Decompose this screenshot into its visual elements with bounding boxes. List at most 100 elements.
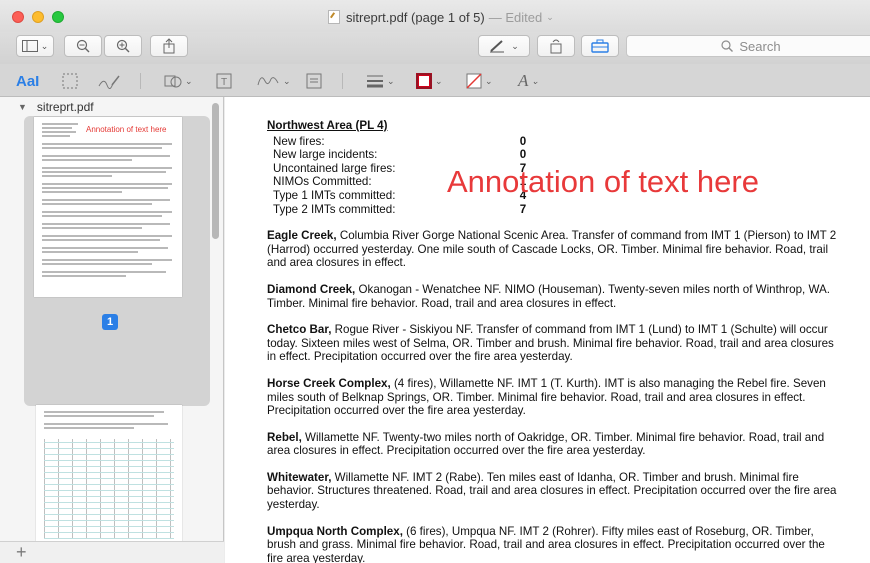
chevron-down-icon: ⌄ — [511, 40, 519, 51]
chevron-down-icon: ⌄ — [485, 75, 493, 86]
incident-name: Chetco Bar, — [267, 323, 332, 337]
border-color-tool[interactable]: ⌄ — [416, 71, 443, 91]
chevron-down-icon: ⌄ — [185, 75, 193, 86]
thumb-text-line — [42, 167, 172, 169]
incident-name: Whitewater, — [267, 470, 332, 484]
incident-name: Horse Creek Complex, — [267, 376, 391, 390]
share-button[interactable] — [150, 35, 188, 57]
incident-name: Diamond Creek, — [267, 282, 356, 296]
document-view[interactable]: Northwest Area (PL 4) New fires: 0 New la… — [225, 97, 870, 563]
thumb-text-line — [42, 171, 166, 173]
thumbnail-annotation: Annotation of text here — [86, 125, 167, 134]
add-page-icon[interactable]: + — [16, 542, 27, 563]
thumb-text-line — [42, 275, 126, 277]
thumb-text-line — [42, 227, 142, 229]
stat-value: 0 — [519, 134, 527, 148]
stat-label: Type 2 IMTs committed: — [273, 202, 396, 216]
thumb-text-line — [44, 415, 154, 417]
note-tool[interactable] — [306, 71, 322, 91]
markup-pen-button[interactable]: ⌄ — [478, 35, 530, 57]
incident-name: Eagle Creek, — [267, 229, 337, 243]
zoom-window-button[interactable] — [52, 11, 64, 23]
stat-label: New fires: — [273, 134, 325, 148]
shapes-icon — [164, 75, 182, 88]
divider — [140, 73, 141, 89]
thumb-text-line — [42, 183, 172, 185]
sketch-icon — [98, 75, 120, 89]
text-box-icon: T — [216, 73, 232, 89]
thumb-text-line — [42, 271, 166, 273]
thumb-text-line — [42, 131, 76, 133]
signature-icon — [257, 77, 279, 86]
rotate-icon — [550, 39, 562, 54]
thumb-text-line — [42, 259, 172, 261]
chevron-down-icon: ⌄ — [546, 11, 554, 22]
sidebar-view-button[interactable]: ⌄ — [16, 35, 54, 57]
border-color-icon — [416, 73, 432, 89]
thumb-text-line — [42, 155, 170, 157]
sidebar-filename: sitreprt.pdf — [36, 100, 94, 114]
page-thumbnail-2[interactable] — [36, 405, 182, 545]
thumb-text-line — [44, 423, 168, 425]
minimize-window-button[interactable] — [32, 11, 44, 23]
pdf-page: Northwest Area (PL 4) New fires: 0 New la… — [267, 119, 837, 563]
search-placeholder: Search — [739, 38, 781, 54]
markup-toolbar: AaI ⌄ T ⌄ ⌄ ⌄ ⌄ A ⌄ — [0, 64, 870, 97]
zoom-out-icon — [76, 39, 90, 53]
incident-text: Rogue River - Siskiyou NF. Transfer of c… — [267, 323, 834, 364]
zoom-in-button[interactable] — [104, 35, 142, 57]
text-selection-tool[interactable]: AaI — [16, 71, 39, 91]
search-input[interactable]: Search — [626, 35, 870, 57]
sidebar-icon — [21, 40, 38, 52]
thumb-text-line — [42, 251, 138, 253]
thumb-text-line — [42, 247, 168, 249]
zoom-out-button[interactable] — [64, 35, 102, 57]
page-thumbnail-1[interactable]: Annotation of text here — [34, 117, 182, 297]
close-window-button[interactable] — [12, 11, 24, 23]
sidebar-file-header[interactable]: ▼ sitreprt.pdf — [0, 97, 224, 117]
incident-paragraph: Horse Creek Complex, (4 fires), Willamet… — [267, 377, 837, 418]
thumb-text-line — [42, 135, 70, 137]
zoom-in-icon — [116, 39, 130, 53]
incident-name: Umpqua North Complex, — [267, 524, 403, 538]
incident-paragraph: Umpqua North Complex, (6 fires), Umpqua … — [267, 525, 837, 563]
sidebar-scrollbar[interactable] — [212, 103, 219, 239]
window-title-area[interactable]: sitreprt.pdf (page 1 of 5) — Edited ⌄ — [328, 9, 554, 25]
toolbox-icon — [591, 39, 609, 53]
thumb-text-line — [42, 147, 162, 149]
thumb-text-line — [42, 239, 160, 241]
title-bar: sitreprt.pdf (page 1 of 5) — Edited ⌄ — [0, 0, 870, 32]
text-style-tool[interactable]: A ⌄ — [518, 71, 539, 91]
sketch-tool[interactable] — [98, 71, 120, 91]
rotate-button[interactable] — [537, 35, 575, 57]
stat-label: New large incidents: — [273, 148, 378, 162]
incident-paragraph: Diamond Creek, Okanogan - Wenatchee NF. … — [267, 283, 837, 310]
stat-value: 0 — [519, 148, 527, 162]
thumb-text-line — [42, 235, 172, 237]
font-style-icon: A — [518, 71, 529, 90]
signature-tool[interactable]: ⌄ — [256, 71, 291, 91]
pen-icon — [490, 40, 505, 53]
thumb-text-line — [42, 123, 78, 125]
text-box-tool[interactable]: T — [216, 71, 232, 91]
disclosure-triangle-icon[interactable]: ▼ — [18, 102, 27, 112]
incident-paragraph: Whitewater, Willamette NF. IMT 2 (Rabe).… — [267, 471, 837, 512]
area-title: Northwest Area (PL 4) — [267, 119, 388, 132]
chevron-down-icon: ⌄ — [387, 75, 395, 86]
rectangular-selection-tool[interactable] — [62, 71, 78, 91]
thumb-text-line — [42, 215, 162, 217]
incident-text: Willamette NF. IMT 2 (Rabe). Ten miles e… — [267, 470, 837, 512]
line-style-tool[interactable]: ⌄ — [366, 71, 395, 91]
incident-name: Rebel, — [267, 430, 302, 444]
thumb-text-line — [42, 127, 72, 129]
edited-status: — Edited — [488, 9, 543, 25]
stat-row: Type 2 IMTs committed: 7 — [267, 203, 837, 217]
text-annotation[interactable]: Annotation of text here — [447, 166, 759, 196]
markup-toolbox-button[interactable] — [581, 35, 619, 57]
incident-text: Willamette NF. Twenty-two miles north of… — [267, 430, 825, 458]
thumb-text-line — [44, 411, 164, 413]
thumb-text-line — [44, 427, 134, 429]
shapes-tool[interactable]: ⌄ — [164, 71, 193, 91]
fill-color-tool[interactable]: ⌄ — [466, 71, 493, 91]
stat-row: New large incidents: 0 — [267, 148, 837, 162]
